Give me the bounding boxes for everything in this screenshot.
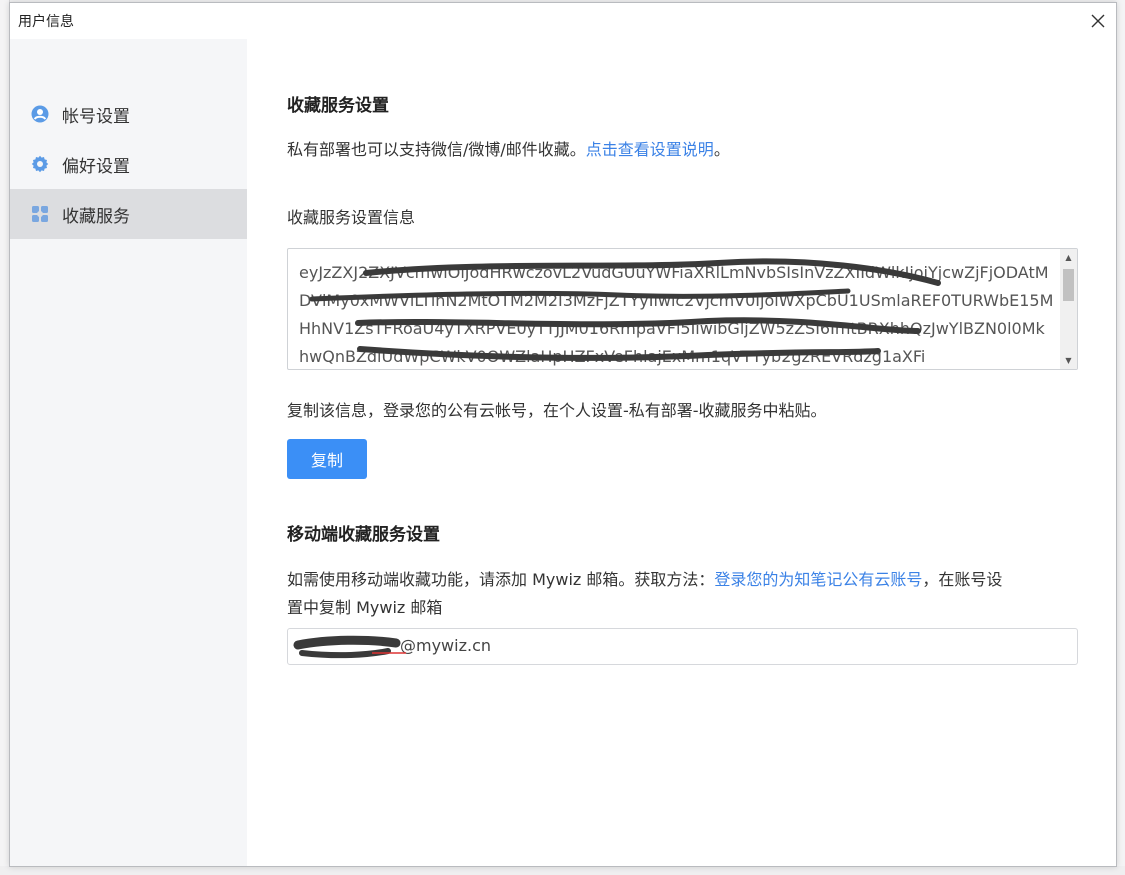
sidebar-item-label: 收藏服务 [62,206,130,227]
collection-service-description: 私有部署也可以支持微信/微博/邮件收藏。点击查看设置说明。 [287,136,730,160]
mobile-service-instructions-line2: 置中复制 Mywiz 邮箱 [287,598,443,617]
background-app-bottom [0,866,1125,875]
settings-info-textarea[interactable]: eyJzZXJ2ZXJVcmwiOiJodHRwczovL2VudGUuYWFi… [287,248,1078,370]
user-icon [31,105,49,123]
section-heading-collection-service: 收藏服务设置 [287,96,389,116]
close-button[interactable] [1086,9,1110,33]
sidebar-item-account-settings[interactable]: 帐号设置 [10,89,247,139]
scroll-down-icon[interactable]: ▼ [1060,352,1077,369]
section-heading-mobile-service: 移动端收藏服务设置 [287,525,440,545]
mywiz-email-field[interactable]: @mywiz.cn [287,628,1078,665]
dialog-title: 用户信息 [18,14,74,30]
sidebar-item-label: 偏好设置 [62,156,130,177]
settings-token-text: eyJzZXJ2ZXJVcmwiOiJodHRwczovL2VudGUuYWFi… [299,263,1054,366]
sidebar-item-preferences[interactable]: 偏好设置 [10,139,247,189]
email-value: @mywiz.cn [400,636,492,655]
copy-hint-text: 复制该信息，登录您的公有云帐号，在个人设置-私有部署-收藏服务中粘贴。 [287,401,827,420]
settings-sidebar: 帐号设置 偏好设置 收藏服务 [10,39,247,866]
instructions-text: 如需使用移动端收藏功能，请添加 Mywiz 邮箱。获取方法： [287,570,715,589]
description-text: 私有部署也可以支持微信/微博/邮件收藏。 [287,140,586,159]
setup-guide-link[interactable]: 点击查看设置说明 [586,140,714,159]
settings-info-label: 收藏服务设置信息 [287,208,416,227]
textarea-scrollbar[interactable]: ▲ ▼ [1060,249,1077,369]
description-suffix: 。 [713,140,730,159]
public-cloud-login-link[interactable]: 登录您的为知笔记公有云账号 [714,570,922,589]
sidebar-item-label: 帐号设置 [62,106,130,127]
instructions-suffix: ，在账号设 [922,570,1003,589]
scrollbar-thumb[interactable] [1063,269,1074,301]
dialog-titlebar: 用户信息 [10,3,1116,39]
scroll-up-icon[interactable]: ▲ [1060,249,1077,266]
copy-button[interactable]: 复制 [287,439,367,479]
collection-icon [31,205,49,223]
mobile-service-instructions-line1: 如需使用移动端收藏功能，请添加 Mywiz 邮箱。获取方法：登录您的为知笔记公有… [287,566,1002,590]
sidebar-item-collection-service[interactable]: 收藏服务 [10,189,247,239]
background-app-right [1116,0,1125,875]
close-icon [1091,14,1105,28]
user-info-dialog: 用户信息 帐号设置 偏好设置 收藏服务 收藏服务设置 私有部署也可以支持微信/微… [9,2,1117,867]
gear-icon [31,155,49,173]
